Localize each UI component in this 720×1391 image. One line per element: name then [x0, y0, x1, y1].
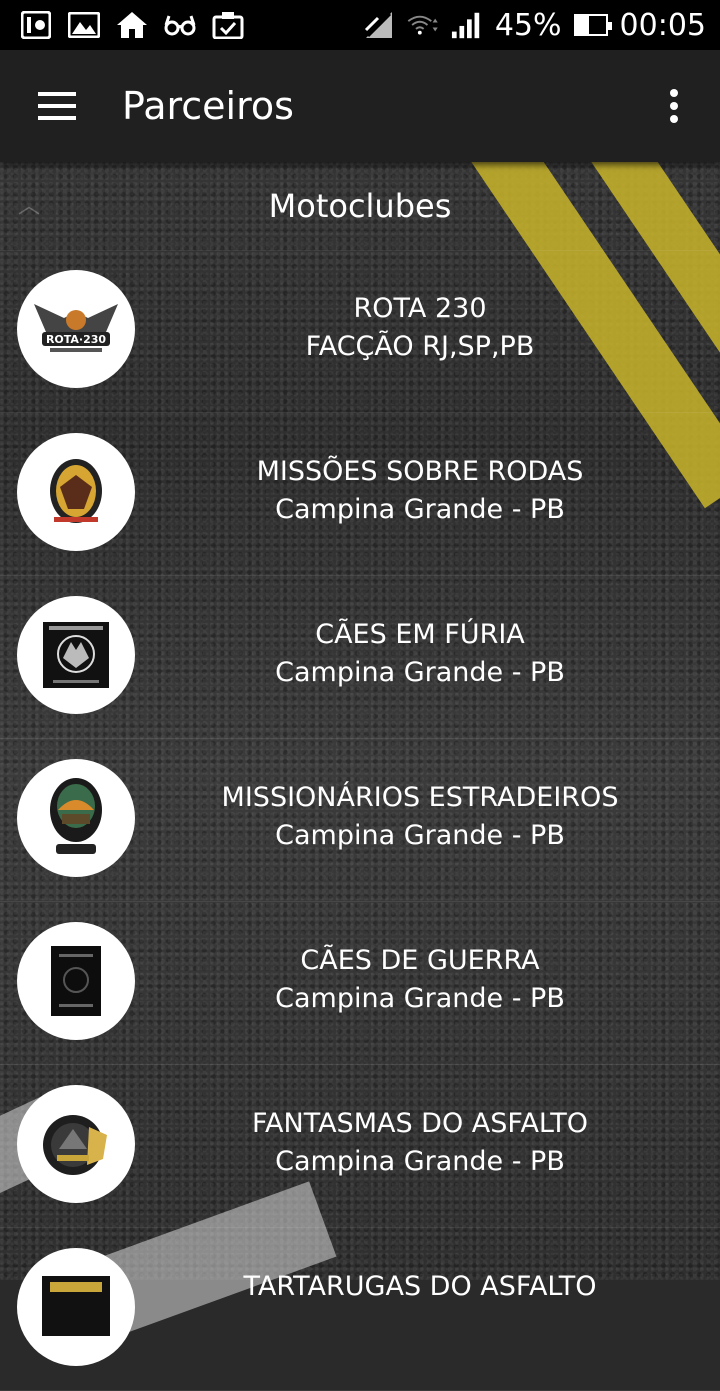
glasses-icon	[164, 10, 196, 40]
item-text: CÃES DE GUERRA Campina Grande - PB	[120, 942, 720, 1018]
list-item-fantasmas-do-asfalto[interactable]: FANTASMAS DO ASFALTO Campina Grande - PB	[0, 1065, 720, 1228]
club-logo-image	[50, 459, 102, 523]
club-location: FACÇÃO RJ,SP,PB	[305, 331, 535, 362]
item-text: ROTA 230 FACÇÃO RJ,SP,PB	[120, 290, 720, 366]
club-name: ROTA 230	[353, 293, 487, 324]
item-text: CÃES EM FÚRIA Campina Grande - PB	[120, 616, 720, 692]
item-text: TARTARUGAS DO ASFALTO	[120, 1268, 720, 1306]
battery-percent: 45%	[494, 7, 562, 43]
club-logo: ROTA·230	[17, 270, 135, 388]
battery-icon	[573, 14, 612, 36]
item-text: FANTASMAS DO ASFALTO Campina Grande - PB	[120, 1105, 720, 1181]
item-text: MISSIONÁRIOS ESTRADEIROS Campina Grande …	[120, 779, 720, 855]
club-location: Campina Grande - PB	[275, 820, 565, 851]
list-item-missoes-sobre-rodas[interactable]: MISSÕES SOBRE RODAS Campina Grande - PB	[0, 413, 720, 576]
hamburger-menu-icon[interactable]	[38, 92, 76, 120]
list-item-tartarugas-do-asfalto[interactable]: TARTARUGAS DO ASFALTO	[0, 1228, 720, 1391]
menu-line	[38, 92, 76, 96]
club-location: Campina Grande - PB	[275, 1146, 565, 1177]
battery-tip	[607, 22, 612, 30]
list-item-missionarios-estradeiros[interactable]: MISSIONÁRIOS ESTRADEIROS Campina Grande …	[0, 739, 720, 902]
club-name: TARTARUGAS DO ASFALTO	[243, 1271, 597, 1302]
list-item-caes-em-furia[interactable]: CÃES EM FÚRIA Campina Grande - PB	[0, 576, 720, 739]
dot	[670, 102, 678, 110]
chevron-up-icon: ︿	[18, 194, 41, 219]
section-header[interactable]: ︿ Motoclubes	[0, 162, 720, 251]
club-name: MISSIONÁRIOS ESTRADEIROS	[221, 782, 619, 813]
club-logo-image: ROTA·230	[34, 304, 118, 352]
page-title: Parceiros	[122, 84, 294, 128]
club-logo	[17, 922, 135, 1040]
overflow-menu-icon[interactable]	[670, 89, 678, 123]
club-logo	[17, 433, 135, 551]
club-name: CÃES EM FÚRIA	[315, 619, 525, 650]
image-icon	[68, 10, 100, 40]
menu-line	[38, 104, 76, 108]
club-logo	[17, 1248, 135, 1366]
club-location: Campina Grande - PB	[275, 983, 565, 1014]
club-logo-image	[51, 946, 101, 1016]
club-logo	[17, 596, 135, 714]
club-logo-image	[42, 1276, 110, 1336]
club-name: CÃES DE GUERRA	[300, 945, 540, 976]
club-name: MISSÕES SOBRE RODAS	[256, 456, 584, 487]
club-logo-image	[43, 622, 109, 688]
club-location: Campina Grande - PB	[275, 657, 565, 688]
status-bar: 45% 00:05	[0, 0, 720, 50]
club-location: Campina Grande - PB	[275, 494, 565, 525]
dot	[670, 89, 678, 97]
app-icon	[20, 10, 52, 40]
cell-signal-icon	[451, 10, 483, 40]
club-name: FANTASMAS DO ASFALTO	[251, 1108, 589, 1139]
club-logo-image	[50, 778, 102, 854]
club-logo-image	[43, 1115, 107, 1175]
item-text: MISSÕES SOBRE RODAS Campina Grande - PB	[120, 453, 720, 529]
app-bar: Parceiros	[0, 50, 720, 162]
partner-list: ROTA·230 ROTA 230 FACÇÃO RJ,SP,PB MISSÕE…	[0, 250, 720, 1391]
club-logo	[17, 759, 135, 877]
svg-text:ROTA·230: ROTA·230	[46, 333, 106, 346]
clock: 00:05	[619, 7, 706, 43]
clipboard-check-icon	[212, 10, 244, 40]
list-item-rota-230[interactable]: ROTA·230 ROTA 230 FACÇÃO RJ,SP,PB	[0, 250, 720, 413]
club-logo	[17, 1085, 135, 1203]
battery-level-fill	[575, 16, 590, 34]
menu-line	[38, 116, 76, 120]
list-item-caes-de-guerra[interactable]: CÃES DE GUERRA Campina Grande - PB	[0, 902, 720, 1065]
dot	[670, 115, 678, 123]
wifi-icon	[407, 10, 439, 40]
no-signal-icon	[363, 10, 395, 40]
home-icon	[116, 10, 148, 40]
section-title: Motoclubes	[268, 187, 452, 225]
